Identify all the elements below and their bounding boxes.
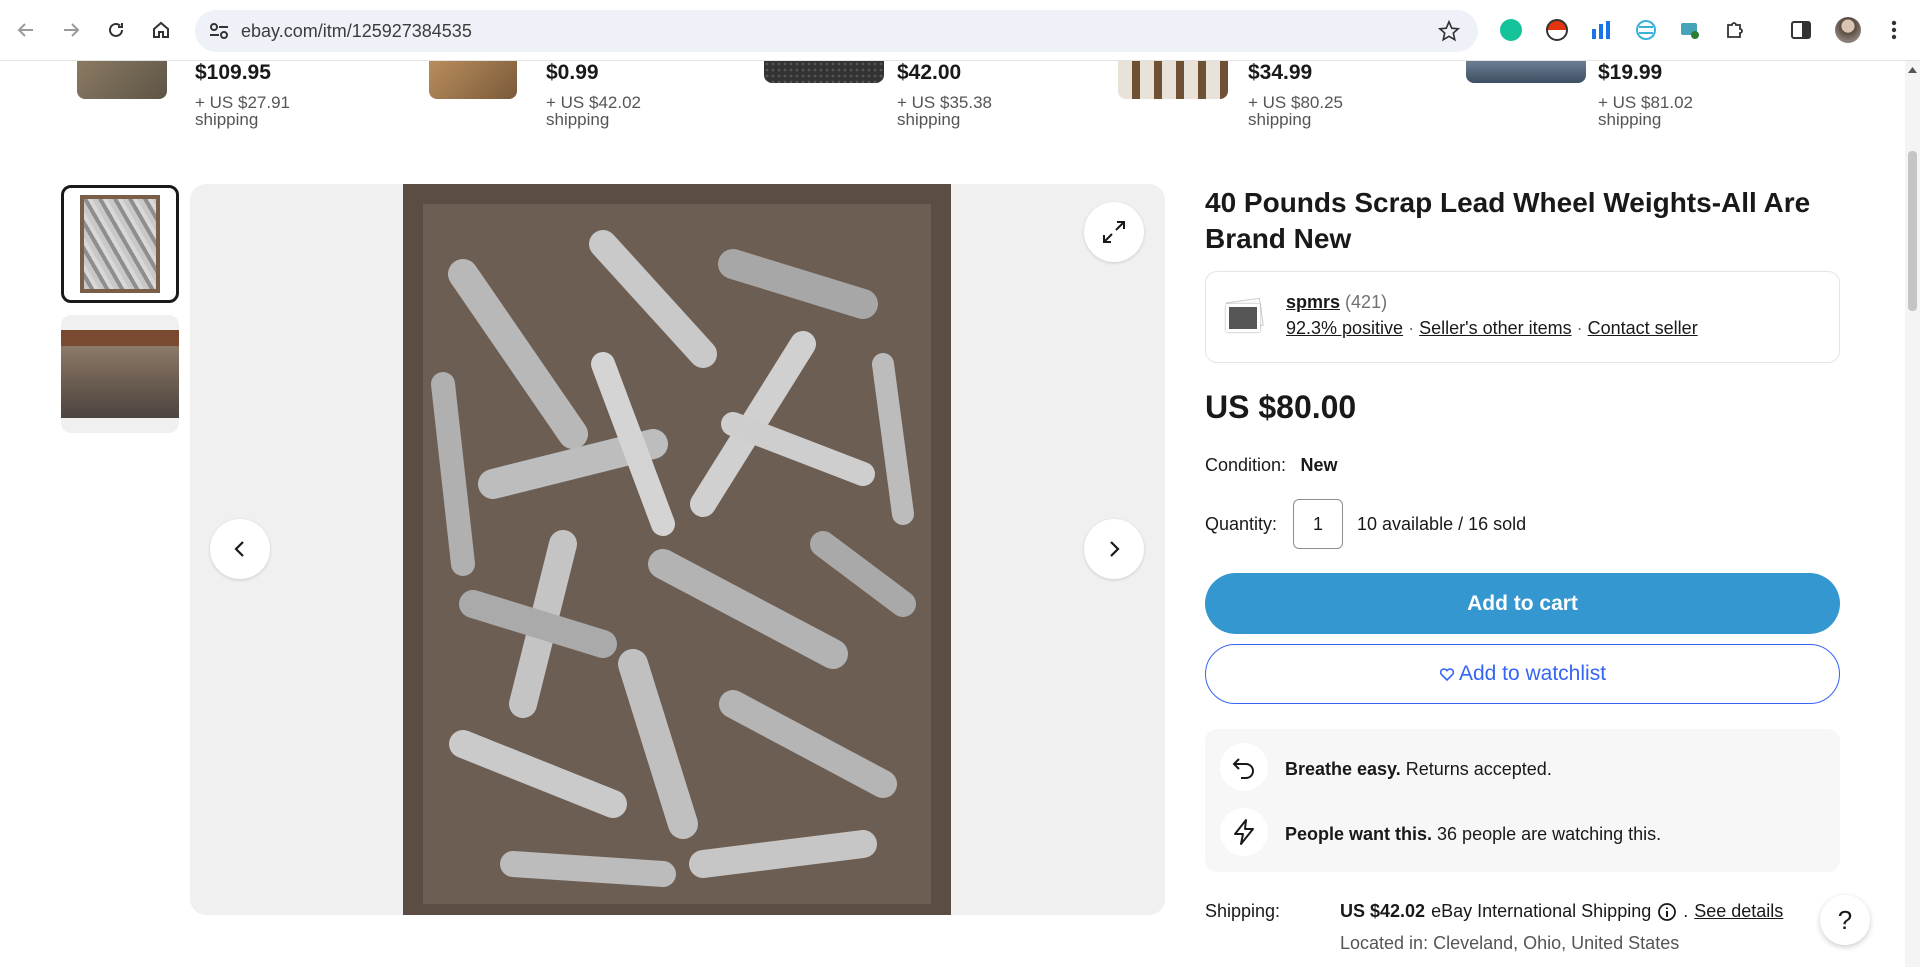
- recommended-item-shipping: + US $35.38 shipping: [897, 93, 992, 129]
- separator-dot: ·: [1576, 318, 1583, 338]
- listing-price: US $80.00: [1205, 389, 1357, 425]
- chevron-right-icon: [1110, 541, 1120, 557]
- profile-avatar[interactable]: [1834, 16, 1862, 44]
- seller-feedback-count: (421): [1345, 292, 1388, 312]
- forward-button[interactable]: [55, 14, 87, 46]
- main-image-gallery[interactable]: [190, 184, 1165, 915]
- page-content: $109.95 + US $27.91 shipping $0.99 + US …: [0, 61, 1905, 967]
- home-icon: [153, 21, 169, 38]
- separator-dot: ·: [1408, 318, 1415, 338]
- address-bar[interactable]: ebay.com/itm/125927384535: [195, 10, 1478, 52]
- quantity-row: Quantity: 10 available / 16 sold: [1205, 499, 1805, 549]
- returns-text: Breathe easy. Returns accepted.: [1285, 759, 1552, 780]
- recommended-item-image[interactable]: [429, 61, 517, 99]
- side-panel-icon[interactable]: [1787, 16, 1815, 44]
- recommended-item-shipping: + US $81.02 shipping: [1598, 93, 1693, 129]
- back-button[interactable]: [10, 14, 42, 46]
- recommended-item-price: $0.99: [546, 61, 599, 84]
- contact-seller-link[interactable]: Contact seller: [1588, 318, 1698, 338]
- thumbnail-2[interactable]: [61, 315, 179, 433]
- watchers-icon-circle: [1220, 808, 1268, 856]
- arrow-right-icon: [64, 23, 80, 37]
- return-arrow-icon: [1232, 758, 1254, 779]
- returns-detail: Returns accepted.: [1400, 759, 1552, 779]
- seller-other-items-link[interactable]: Seller's other items: [1419, 318, 1572, 338]
- condition-label: Condition:: [1205, 455, 1287, 475]
- recommended-item-shipping: + US $27.91 shipping: [195, 93, 290, 129]
- recommended-item-image[interactable]: [764, 61, 884, 83]
- watchers-bold: People want this.: [1285, 824, 1433, 844]
- scroll-up-icon[interactable]: [1908, 67, 1917, 73]
- recommended-item-price: $19.99: [1598, 61, 1663, 84]
- scrollbar-thumb[interactable]: [1908, 151, 1917, 311]
- site-settings-icon[interactable]: [209, 22, 229, 40]
- chart-extension-icon[interactable]: [1587, 16, 1615, 44]
- see-details-link[interactable]: See details: [1694, 901, 1783, 922]
- thumbnail-1[interactable]: [61, 185, 179, 303]
- quantity-input[interactable]: [1293, 499, 1343, 549]
- returns-icon-circle: [1220, 743, 1268, 791]
- watchers-text: People want this. 36 people are watching…: [1285, 824, 1661, 845]
- shipping-method: eBay International Shipping: [1431, 901, 1652, 921]
- quantity-label: Quantity:: [1205, 514, 1278, 534]
- extensions-puzzle-icon[interactable]: [1721, 16, 1749, 44]
- pokeball-extension-icon[interactable]: [1543, 16, 1571, 44]
- fullscreen-button[interactable]: [1084, 202, 1144, 262]
- recommended-item-image[interactable]: [77, 61, 167, 99]
- watchers-detail: 36 people are watching this.: [1432, 824, 1662, 844]
- availability-text: 10 available / 16 sold: [1357, 514, 1527, 534]
- shipping-price: US $42.02: [1340, 901, 1426, 921]
- browser-toolbar: ebay.com/itm/125927384535: [0, 0, 1920, 61]
- condition-value: New: [1300, 455, 1338, 475]
- reload-icon: [109, 22, 123, 37]
- main-product-image: [403, 184, 951, 915]
- add-to-watchlist-button[interactable]: Add to watchlist: [1205, 644, 1840, 704]
- page-scrollbar[interactable]: [1905, 61, 1920, 967]
- grammarly-extension-icon[interactable]: [1497, 16, 1525, 44]
- seller-avatar[interactable]: [1224, 297, 1264, 336]
- previous-image-button[interactable]: [210, 519, 270, 579]
- add-to-watchlist-label: Add to watchlist: [1458, 662, 1607, 685]
- shipping-row: Shipping:: [1205, 901, 1280, 922]
- recommended-item-image[interactable]: [1466, 61, 1586, 83]
- listing-highlights: Breathe easy. Returns accepted. People w…: [1205, 729, 1840, 872]
- listing-title: 40 Pounds Scrap Lead Wheel Weights-All A…: [1205, 187, 1811, 254]
- condition-row: Condition: New: [1205, 455, 1338, 476]
- returns-bold: Breathe easy.: [1285, 759, 1401, 779]
- seller-card: spmrs (421) 92.3% positive · Seller's ot…: [1205, 271, 1840, 363]
- shipping-dot: .: [1683, 901, 1689, 921]
- next-image-button[interactable]: [1084, 519, 1144, 579]
- wheel-weights-photo: [423, 204, 931, 904]
- seller-positive-link[interactable]: 92.3% positive: [1286, 318, 1403, 338]
- lightning-icon: [1234, 819, 1254, 845]
- home-button[interactable]: [145, 14, 177, 46]
- bookmark-star-icon[interactable]: [1438, 20, 1460, 42]
- recommended-item-price: $42.00: [897, 61, 962, 84]
- recommended-item-shipping: + US $80.25 shipping: [1248, 93, 1343, 129]
- recommended-item-shipping: + US $42.02 shipping: [546, 93, 641, 129]
- network-extension-icon[interactable]: [1632, 16, 1660, 44]
- recommended-item-image[interactable]: [1118, 61, 1228, 99]
- item-location: Located in: Cleveland, Ohio, United Stat…: [1340, 933, 1680, 953]
- add-to-cart-button[interactable]: Add to cart: [1205, 573, 1840, 634]
- info-icon[interactable]: [1657, 902, 1677, 922]
- thumbnail-image: [80, 195, 160, 293]
- shipping-details: US $42.02 eBay International Shipping . …: [1340, 901, 1783, 922]
- seller-name-link[interactable]: spmrs: [1286, 292, 1340, 312]
- chevron-left-icon: [234, 541, 244, 557]
- arrow-left-icon: [17, 23, 33, 37]
- screen-extension-icon[interactable]: [1676, 16, 1704, 44]
- heart-icon: [1439, 668, 1455, 682]
- help-button[interactable]: ?: [1820, 895, 1870, 945]
- recommended-item-price: $34.99: [1248, 61, 1313, 84]
- reload-button[interactable]: [100, 14, 132, 46]
- url-text: ebay.com/itm/125927384535: [241, 21, 472, 41]
- thumbnail-image: [61, 330, 179, 418]
- shipping-label: Shipping:: [1205, 901, 1281, 921]
- recommended-item-price: $109.95: [195, 61, 271, 84]
- expand-icon: [1103, 221, 1125, 243]
- browser-menu-icon[interactable]: [1880, 16, 1908, 44]
